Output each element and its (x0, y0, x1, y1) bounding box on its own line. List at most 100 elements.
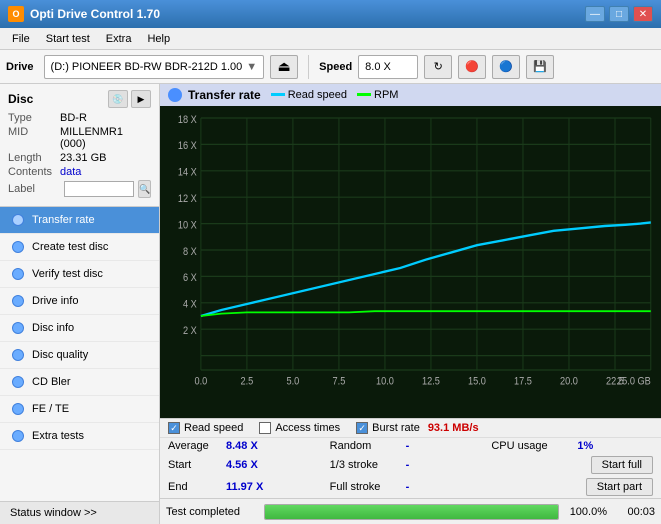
stroke2-label: Full stroke (330, 481, 400, 493)
menu-start-test[interactable]: Start test (38, 31, 98, 47)
disc-icon-1[interactable]: 💿 (108, 90, 128, 108)
close-button[interactable]: ✕ (633, 6, 653, 22)
toolbar-separator (308, 55, 309, 79)
checkbox-access-times[interactable] (259, 422, 271, 434)
start-label: Start (168, 459, 220, 471)
chart-header: Transfer rate Read speed RPM (160, 84, 661, 106)
progress-inner (265, 505, 558, 519)
label-input[interactable] (64, 181, 134, 197)
svg-text:8 X: 8 X (183, 246, 197, 258)
mid-value: MILLENMR1 (000) (60, 126, 151, 150)
svg-text:10 X: 10 X (178, 220, 197, 232)
start-part-button[interactable]: Start part (586, 478, 653, 496)
disc-title: Disc (8, 92, 33, 106)
type-label: Type (8, 112, 60, 124)
speed-label: Speed (319, 61, 352, 73)
chart-svg: 18 X 16 X 14 X 12 X 10 X 8 X 6 X 4 X 2 X… (160, 106, 661, 418)
nav-item-cd-bler[interactable]: CD Bler (0, 369, 159, 396)
cpu-label: CPU usage (491, 440, 571, 452)
menu-help[interactable]: Help (139, 31, 178, 47)
nav-item-transfer-rate[interactable]: Transfer rate (0, 207, 159, 234)
svg-text:25.0 GB: 25.0 GB (617, 376, 651, 388)
contents-label: Contents (8, 166, 60, 178)
checkboxes-row: ✓ Read speed Access times ✓ Burst rate 9… (160, 419, 661, 438)
progress-bar-container: Test completed 100.0% 00:03 (160, 498, 661, 524)
nav-item-extra-tests[interactable]: Extra tests (0, 423, 159, 450)
label-search-button[interactable]: 🔍 (138, 180, 151, 198)
svg-text:17.5: 17.5 (514, 376, 532, 388)
svg-text:12 X: 12 X (178, 193, 197, 205)
avg-label: Average (168, 440, 220, 452)
stats-section: ✓ Read speed Access times ✓ Burst rate 9… (160, 418, 661, 498)
end-label: End (168, 481, 220, 493)
start-full-button[interactable]: Start full (591, 456, 653, 474)
svg-text:2 X: 2 X (183, 325, 197, 337)
contents-value[interactable]: data (60, 166, 81, 178)
legend-rpm: RPM (374, 89, 398, 101)
svg-text:14 X: 14 X (178, 167, 197, 179)
cb-label-read-speed: Read speed (184, 422, 243, 434)
svg-text:4 X: 4 X (183, 299, 197, 311)
type-value: BD-R (60, 112, 87, 124)
status-text: Test completed (166, 506, 256, 518)
nav-item-disc-quality[interactable]: Disc quality (0, 342, 159, 369)
drive-dropdown-arrow: ▼ (246, 61, 257, 73)
nav-item-drive-info[interactable]: Drive info (0, 288, 159, 315)
toolbar-btn-3[interactable]: 🔵 (492, 55, 520, 79)
cb-label-burst-rate: Burst rate (372, 422, 420, 434)
chart-container: 18 X 16 X 14 X 12 X 10 X 8 X 6 X 4 X 2 X… (160, 106, 661, 418)
status-window-button[interactable]: Status window >> (0, 501, 159, 524)
title-bar: O Opti Drive Control 1.70 — □ ✕ (0, 0, 661, 28)
speed-select[interactable]: 8.0 X (358, 55, 418, 79)
progress-outer (264, 504, 559, 520)
nav-item-disc-info[interactable]: Disc info (0, 315, 159, 342)
legend-read-speed: Read speed (288, 89, 347, 101)
length-value: 23.31 GB (60, 152, 106, 164)
svg-text:6 X: 6 X (183, 273, 197, 285)
nav-item-verify-test-disc[interactable]: Verify test disc (0, 261, 159, 288)
app-icon: O (8, 6, 24, 22)
cpu-value: 1% (577, 440, 593, 452)
disc-icon-2[interactable]: ▶ (131, 90, 151, 108)
checkbox-read-speed[interactable]: ✓ (168, 422, 180, 434)
stroke1-value: - (406, 459, 426, 471)
stroke2-value: - (406, 481, 426, 493)
progress-pct: 100.0% (567, 506, 607, 518)
menu-extra[interactable]: Extra (98, 31, 140, 47)
drive-select[interactable]: (D:) PIONEER BD-RW BDR-212D 1.00 ▼ (44, 55, 265, 79)
chart-title: Transfer rate (188, 88, 261, 102)
svg-text:10.0: 10.0 (376, 376, 394, 388)
avg-value: 8.48 X (226, 440, 271, 452)
toolbar-btn-2[interactable]: 🔴 (458, 55, 486, 79)
nav-item-create-test-disc[interactable]: Create test disc (0, 234, 159, 261)
svg-text:5.0: 5.0 (287, 376, 300, 388)
svg-text:20.0: 20.0 (560, 376, 578, 388)
nav-item-fe-te[interactable]: FE / TE (0, 396, 159, 423)
menu-file[interactable]: File (4, 31, 38, 47)
drive-label: Drive (6, 61, 34, 73)
cb-label-access-times: Access times (275, 422, 340, 434)
minimize-button[interactable]: — (585, 6, 605, 22)
random-label: Random (330, 440, 400, 452)
speed-refresh-button[interactable]: ↻ (424, 55, 452, 79)
save-button[interactable]: 💾 (526, 55, 554, 79)
svg-text:12.5: 12.5 (422, 376, 440, 388)
stats-row-3: End 11.97 X Full stroke - Start part (160, 476, 661, 498)
mid-label: MID (8, 126, 60, 138)
checkbox-burst-rate[interactable]: ✓ (356, 422, 368, 434)
svg-text:2.5: 2.5 (241, 376, 254, 388)
stats-row-2: Start 4.56 X 1/3 stroke - Start full (160, 454, 661, 476)
disc-panel: Disc 💿 ▶ Type BD-R MID MILLENMR1 (000) L… (0, 84, 159, 207)
nav-section: Transfer rate Create test disc Verify te… (0, 207, 159, 501)
maximize-button[interactable]: □ (609, 6, 629, 22)
label-label: Label (8, 183, 60, 195)
sidebar: Disc 💿 ▶ Type BD-R MID MILLENMR1 (000) L… (0, 84, 160, 524)
svg-text:15.0: 15.0 (468, 376, 486, 388)
svg-text:16 X: 16 X (178, 141, 197, 153)
drive-value: (D:) PIONEER BD-RW BDR-212D 1.00 (51, 61, 243, 73)
length-label: Length (8, 152, 60, 164)
eject-button[interactable]: ⏏ (270, 55, 298, 79)
chart-title-icon (168, 88, 182, 102)
toolbar: Drive (D:) PIONEER BD-RW BDR-212D 1.00 ▼… (0, 50, 661, 84)
svg-text:7.5: 7.5 (333, 376, 346, 388)
